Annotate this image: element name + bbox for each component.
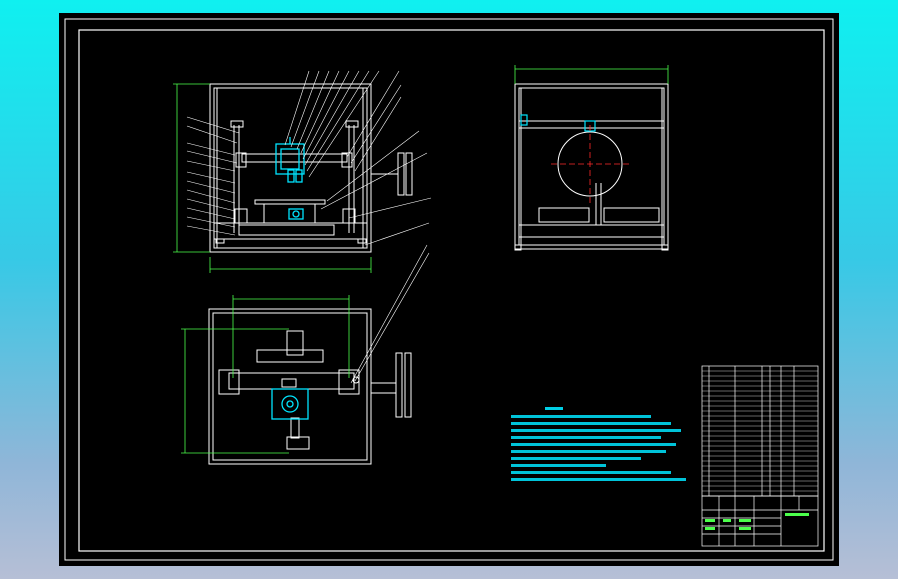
title-block-entries bbox=[705, 513, 809, 530]
top-view-print-head bbox=[271, 388, 309, 420]
spool-center-lines bbox=[551, 125, 630, 204]
side-view-dimensions bbox=[514, 65, 669, 84]
front-view-leaders bbox=[186, 70, 432, 246]
parts-list-rows bbox=[702, 370, 818, 492]
filament-spool-top bbox=[371, 352, 412, 418]
outer-frame bbox=[64, 18, 834, 561]
side-view-nozzle bbox=[520, 114, 596, 132]
filament-spool-front bbox=[371, 152, 413, 196]
drawing-sheet bbox=[59, 13, 839, 566]
technical-notes bbox=[511, 407, 686, 481]
title-block bbox=[701, 495, 819, 547]
print-head-assembly bbox=[275, 137, 305, 220]
top-view-leaders bbox=[350, 244, 430, 384]
side-view bbox=[514, 83, 669, 251]
inner-frame bbox=[78, 29, 825, 552]
top-view-dimensions bbox=[181, 295, 350, 454]
cad-drawing-canvas bbox=[64, 18, 834, 561]
front-view-dimensions bbox=[173, 83, 372, 273]
